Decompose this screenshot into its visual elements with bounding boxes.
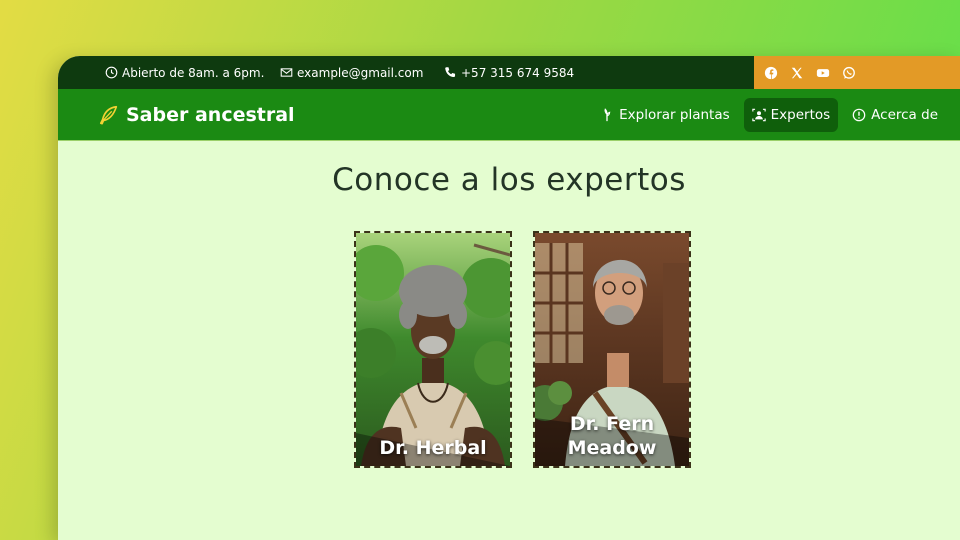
- x-icon[interactable]: [790, 66, 804, 80]
- envelope-icon: [280, 68, 293, 77]
- expert-card-dr-fern-meadow[interactable]: Dr. Fern Meadow: [533, 231, 691, 468]
- email-text[interactable]: example@gmail.com: [297, 66, 423, 80]
- nav-explorar-plantas[interactable]: Explorar plantas: [592, 98, 738, 132]
- whatsapp-icon[interactable]: [842, 66, 856, 80]
- phone-icon: [445, 67, 456, 77]
- nav-explorar-plantas-label: Explorar plantas: [619, 107, 730, 123]
- browser-window: Abierto de 8am. a 6pm. example@gmail.com…: [58, 56, 960, 540]
- page-title: Conoce a los expertos: [332, 162, 686, 198]
- brand-logo[interactable]: Saber ancestral: [98, 89, 295, 141]
- experts-icon: [751, 108, 766, 122]
- youtube-icon[interactable]: [816, 66, 830, 80]
- nav-expertos-label: Expertos: [770, 107, 831, 123]
- phone-text[interactable]: +57 315 674 9584: [461, 66, 574, 80]
- nav-acerca-de-label: Acerca de: [871, 107, 938, 123]
- seedling-icon: [604, 108, 611, 122]
- email-info[interactable]: example@gmail.com: [280, 56, 423, 89]
- nav-acerca-de[interactable]: Acerca de: [844, 98, 946, 132]
- expert-name-dr-fern-meadow: Dr. Fern Meadow: [567, 413, 657, 459]
- info-icon: [852, 108, 866, 122]
- expert-photo-dr-herbal: [356, 233, 510, 466]
- social-links: [754, 56, 960, 89]
- expert-name-dr-herbal: Dr. Herbal: [379, 437, 487, 459]
- expert-card-dr-herbal[interactable]: Dr. Herbal: [354, 231, 512, 468]
- main-navbar: Saber ancestral Explorar plantas Experto…: [58, 89, 960, 141]
- clock-icon: [105, 66, 118, 79]
- nav-expertos[interactable]: Expertos: [743, 98, 839, 132]
- experts-grid: Dr. Herbal Dr. Fern Meadow: [354, 231, 691, 468]
- hours-text: Abierto de 8am. a 6pm.: [122, 65, 265, 80]
- phone-info[interactable]: +57 315 674 9584: [444, 56, 574, 89]
- nav-links: Explorar plantas Expertos Acerca de: [592, 89, 946, 141]
- hours-info: Abierto de 8am. a 6pm.: [105, 56, 264, 89]
- feather-icon: [99, 105, 118, 125]
- brand-name[interactable]: Saber ancestral: [126, 104, 295, 126]
- facebook-icon[interactable]: [764, 66, 778, 80]
- top-info-bar: Abierto de 8am. a 6pm. example@gmail.com…: [58, 56, 960, 89]
